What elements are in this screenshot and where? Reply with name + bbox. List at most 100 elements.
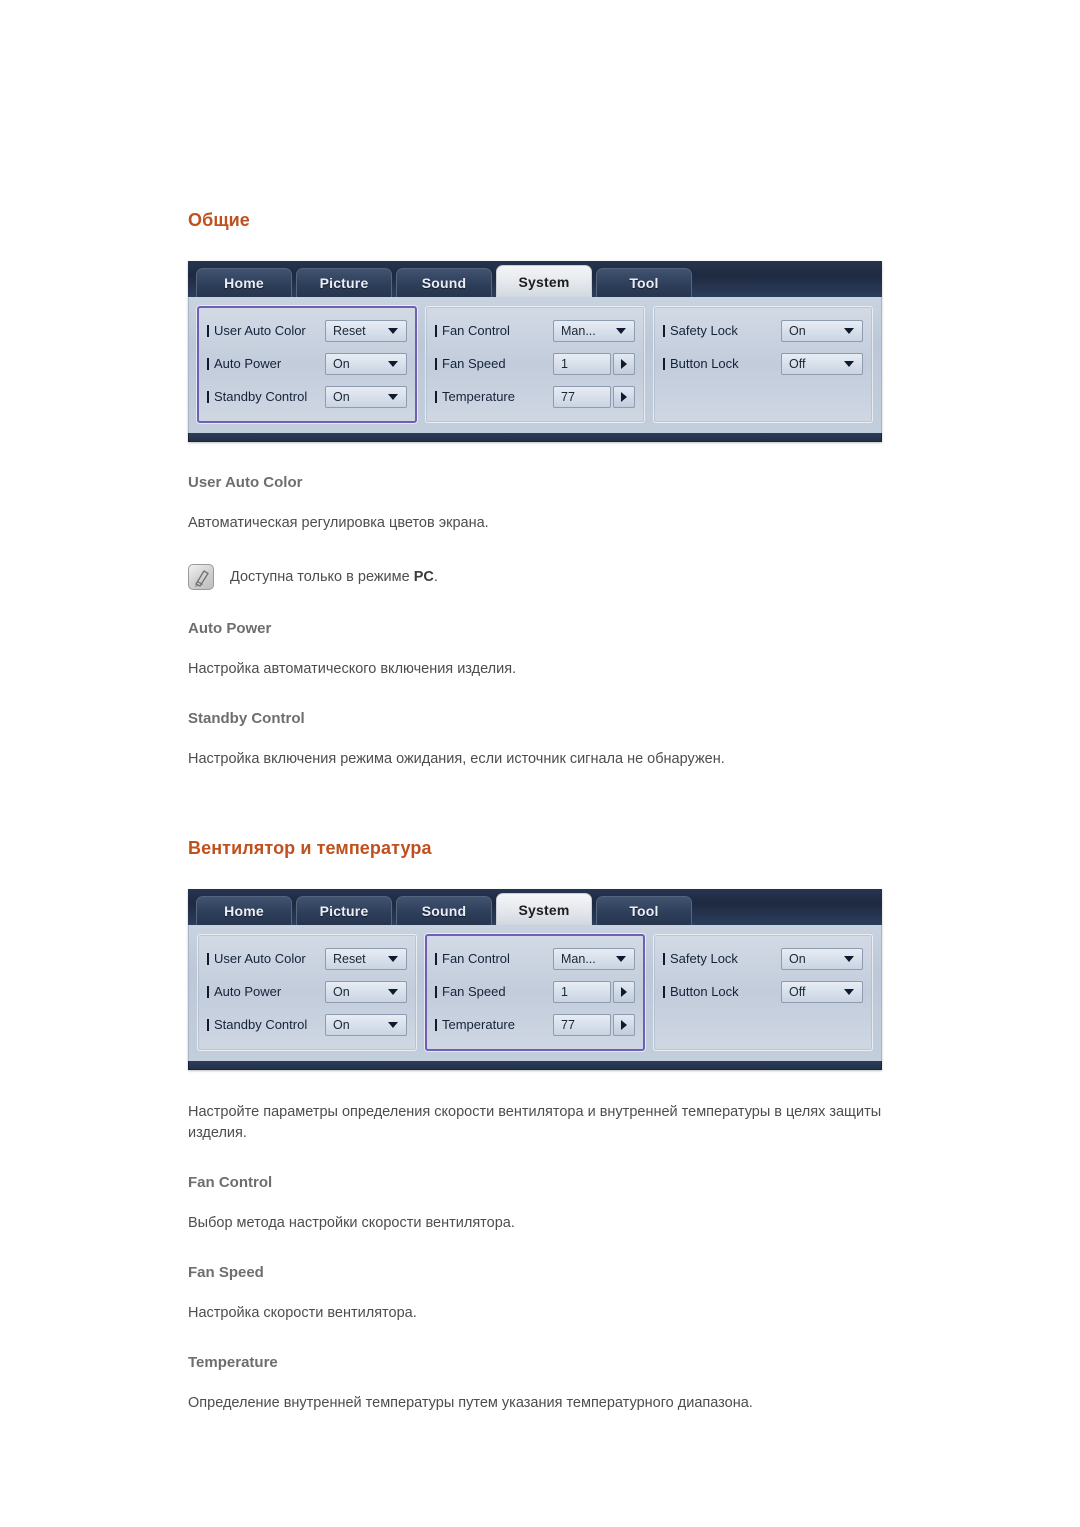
osd-column-2: Safety Lock On Button Lock Off xyxy=(653,934,873,1052)
section-heading: Общие xyxy=(188,210,250,230)
osd-setting-label-text: Button Lock xyxy=(670,984,739,1000)
body-paragraph: Настройка автоматического включения изде… xyxy=(188,661,517,678)
osd-setting-label-text: Fan Control xyxy=(442,951,510,967)
chevron-down-icon xyxy=(844,327,854,334)
osd-dropdown[interactable]: On xyxy=(325,352,407,375)
osd-setting-label-text: Button Lock xyxy=(670,356,739,371)
bullet-marker xyxy=(435,324,437,337)
osd-setting-row: Safety Lock On xyxy=(663,943,863,974)
bullet-marker xyxy=(207,324,209,337)
bullet-marker xyxy=(207,1018,209,1031)
osd-setting-label: Auto Power xyxy=(207,984,325,999)
osd-setting-row: Standby Control On xyxy=(207,1009,407,1040)
note-text-before: Доступна только в режиме xyxy=(230,569,414,586)
osd-setting-label: Safety Lock xyxy=(663,323,781,338)
osd-tab-home[interactable]: Home xyxy=(196,896,292,926)
chevron-down-icon xyxy=(388,1021,398,1028)
osd-dropdown[interactable]: Reset xyxy=(325,947,407,970)
document-page: Общие Home Picture Sound System Tool User Auto… xyxy=(0,0,1080,1527)
osd-setting-label: Fan Control xyxy=(435,951,553,966)
bullet-marker xyxy=(435,390,437,403)
osd-tab-sound[interactable]: Sound xyxy=(396,896,492,926)
osd-tab-system[interactable]: System xyxy=(496,893,592,926)
chevron-down-icon xyxy=(844,955,854,962)
osd-stepper-value: 1 xyxy=(553,352,611,375)
osd-stepper[interactable]: 1 xyxy=(553,352,635,375)
chevron-down-icon xyxy=(388,327,398,334)
osd-setting-label: Standby Control xyxy=(207,1017,325,1032)
note-pencil-icon xyxy=(188,564,214,591)
osd-tab-sound[interactable]: Sound xyxy=(396,268,492,297)
osd-setting-row: Fan Speed 1 xyxy=(435,976,635,1007)
subsection-heading: User Auto Color xyxy=(188,474,303,491)
osd-setting-row: Button Lock Off xyxy=(663,348,863,379)
osd-setting-label-text: Temperature xyxy=(442,1017,515,1033)
osd-setting-label: Temperature xyxy=(435,389,553,404)
osd-dropdown[interactable]: On xyxy=(781,319,863,342)
body-paragraph: Выбор метода настройки скорости вентилят… xyxy=(188,1215,515,1232)
chevron-down-icon xyxy=(616,327,626,334)
osd-dropdown[interactable]: On xyxy=(325,385,407,408)
osd-stepper[interactable]: 1 xyxy=(553,980,635,1003)
osd-stepper[interactable]: 77 xyxy=(553,385,635,408)
osd-setting-row: Fan Control Man... xyxy=(435,315,635,346)
osd-setting-row: User Auto Color Reset xyxy=(207,943,407,974)
osd-tab-picture[interactable]: Picture xyxy=(296,268,392,297)
osd-dropdown[interactable]: On xyxy=(325,1013,407,1036)
bullet-marker xyxy=(207,952,209,965)
osd-setting-label-text: Standby Control xyxy=(214,1017,308,1033)
osd-dropdown[interactable]: Off xyxy=(781,980,863,1003)
osd-setting-row: User Auto Color Reset xyxy=(207,315,407,346)
osd-setting-label-text: User Auto Color xyxy=(214,323,306,338)
osd-tab-home[interactable]: Home xyxy=(196,268,292,297)
osd-column-0: User Auto Color Reset Auto Power On Standby … xyxy=(197,306,417,423)
osd-setting-label-text: Auto Power xyxy=(214,984,282,1000)
osd-dropdown-value: On xyxy=(333,356,350,371)
osd-stepper-next-button[interactable] xyxy=(613,980,635,1003)
osd-dropdown[interactable]: Reset xyxy=(325,319,407,342)
subsection-heading: Fan Speed xyxy=(188,1264,264,1282)
osd-stepper[interactable]: 77 xyxy=(553,1013,635,1036)
osd-stepper-value: 77 xyxy=(553,1013,611,1036)
bullet-marker xyxy=(435,357,437,370)
osd-setting-label-text: Auto Power xyxy=(214,356,282,371)
osd-tab-system[interactable]: System xyxy=(496,265,592,297)
osd-tab-tool[interactable]: Tool xyxy=(596,896,692,926)
osd-dropdown[interactable]: Off xyxy=(781,352,863,375)
osd-stepper-next-button[interactable] xyxy=(613,1013,635,1036)
osd-setting-label-text: Fan Speed xyxy=(442,984,506,1000)
osd-tab-bar: Home Picture Sound System Tool xyxy=(188,261,882,297)
bullet-marker xyxy=(663,324,665,337)
note-text-after: . xyxy=(433,569,438,586)
osd-stepper-next-button[interactable] xyxy=(613,352,635,375)
subsection-heading: Standby Control xyxy=(188,710,305,728)
osd-setting-label-text: Standby Control xyxy=(214,389,308,404)
osd-dropdown[interactable]: Man... xyxy=(553,319,635,342)
chevron-down-icon xyxy=(844,360,854,367)
osd-dropdown-value: Off xyxy=(789,356,806,371)
osd-setting-label: Button Lock xyxy=(663,356,781,371)
osd-dropdown-value: On xyxy=(333,984,350,999)
osd-tab-picture[interactable]: Picture xyxy=(296,896,392,926)
osd-stepper-value: 77 xyxy=(553,385,611,408)
osd-setting-label: User Auto Color xyxy=(207,323,325,338)
osd-dropdown[interactable]: Man... xyxy=(553,947,635,970)
osd-setting-row: Auto Power On xyxy=(207,348,407,379)
osd-dropdown[interactable]: On xyxy=(781,947,863,970)
osd-dropdown[interactable]: On xyxy=(325,980,407,1003)
note-callout: Доступна только в режиме PC. xyxy=(188,564,908,591)
osd-setting-row: Auto Power On xyxy=(207,976,407,1007)
osd-tab-tool[interactable]: Tool xyxy=(596,268,692,297)
chevron-down-icon xyxy=(388,955,398,962)
osd-stepper-next-button[interactable] xyxy=(613,385,635,408)
bullet-marker xyxy=(663,952,665,965)
osd-setting-label-text: Fan Control xyxy=(442,323,510,338)
